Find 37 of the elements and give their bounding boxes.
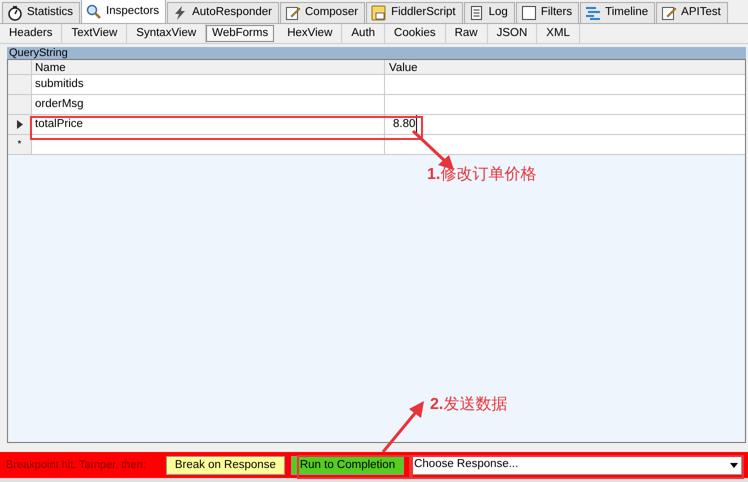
section-title: QueryString xyxy=(7,47,746,59)
stopwatch-icon xyxy=(7,5,23,21)
tab[interactable]: APITest xyxy=(656,2,728,23)
tab[interactable]: Filters xyxy=(516,2,580,23)
tab[interactable]: Inspectors xyxy=(81,0,166,23)
table-cell: submitids xyxy=(32,75,385,94)
pencil-icon xyxy=(285,5,301,21)
row-header xyxy=(8,60,32,74)
tab[interactable]: XML xyxy=(537,24,580,43)
tab[interactable]: FiddlerScript xyxy=(366,2,463,23)
tab[interactable]: Log xyxy=(464,2,515,23)
tab[interactable]: TextView xyxy=(62,24,128,43)
table-cell: orderMsg xyxy=(32,95,385,114)
tab[interactable]: HexView xyxy=(278,24,342,43)
document-icon xyxy=(468,5,485,21)
annotation: 2.发送数据 xyxy=(430,395,508,415)
timeline-icon xyxy=(585,5,602,21)
tab[interactable]: Statistics xyxy=(2,2,80,23)
tab[interactable]: JSON xyxy=(488,24,538,43)
checkbox-icon xyxy=(520,5,537,21)
magnifier-icon xyxy=(86,4,102,20)
tab[interactable]: WebForms xyxy=(206,25,274,42)
column-header: Value xyxy=(385,60,745,74)
tab[interactable]: Headers xyxy=(0,24,62,43)
tab[interactable]: Auth xyxy=(342,24,386,43)
tab[interactable]: Cookies xyxy=(385,24,446,43)
new-row-marker: * xyxy=(8,135,32,154)
pencil-icon xyxy=(661,5,678,21)
tab[interactable]: Timeline xyxy=(580,2,656,23)
tab[interactable]: Raw xyxy=(446,24,488,43)
action-button[interactable]: Break on Response xyxy=(166,456,285,474)
script-icon xyxy=(371,5,388,21)
row-header[interactable] xyxy=(8,115,32,134)
tab[interactable]: AutoResponder xyxy=(167,2,279,23)
status-message: Breakpoint hit. Tamper, then: xyxy=(6,458,146,473)
column-header: Name xyxy=(32,60,385,74)
tab[interactable]: Composer xyxy=(280,2,366,23)
